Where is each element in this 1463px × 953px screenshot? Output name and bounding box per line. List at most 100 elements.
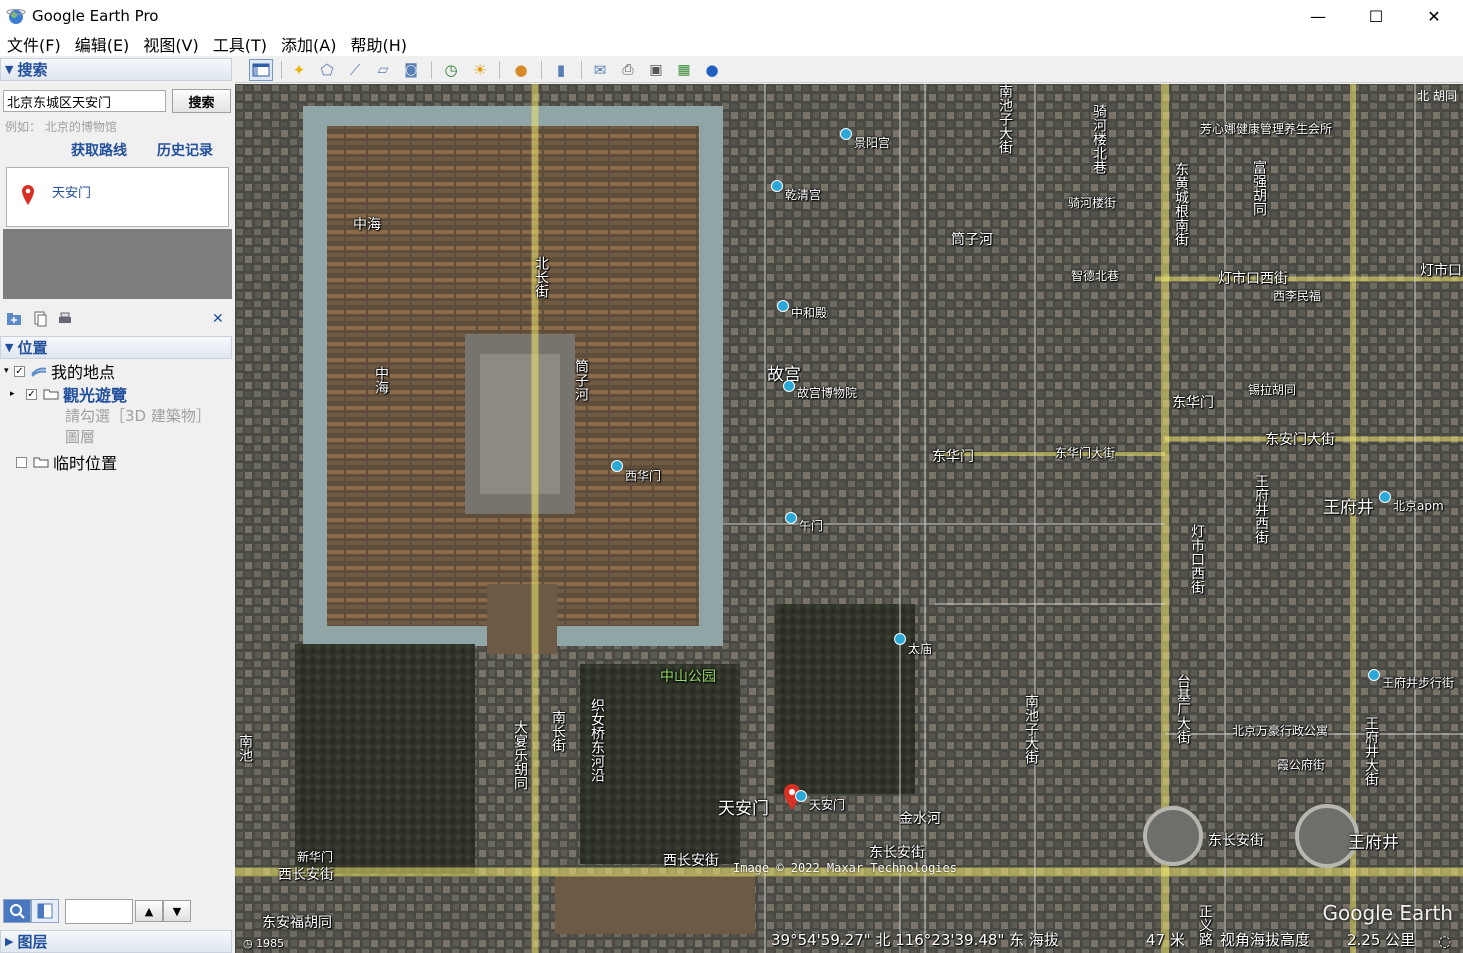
overlay-icon: ▱ [377,62,389,78]
map-label: 北长街 [533,256,549,298]
search-result-tiananmen[interactable]: 天安门 [52,182,91,201]
poi-marker-icon[interactable] [771,180,783,192]
title-bar: Google Earth Pro — ☐ ✕ [0,0,1463,32]
sunlight-button[interactable]: ☀ [468,59,492,81]
search-section-title: 搜索 [17,61,48,79]
maximize-button[interactable]: ☐ [1347,0,1405,32]
close-button[interactable]: ✕ [1405,0,1463,32]
poi-marker-icon[interactable] [795,790,807,802]
temp-places-checkbox[interactable] [16,456,27,468]
historical-imagery-button[interactable]: ◷ [439,59,463,81]
map-label: 芳心娜健康管理养生会所 [1200,122,1333,136]
map-label: 东长安街 [869,845,925,861]
eye-alt-value: 2.25 公里 [1347,931,1416,949]
poi-marker-icon[interactable] [1368,669,1380,681]
map-label: 霞公府街 [1277,758,1326,772]
earth-gallery-button[interactable]: ● [700,59,724,81]
email-button[interactable]: ✉ [588,59,612,81]
move-up-button[interactable]: ▲ [135,900,163,922]
map-label: 筒子河 [573,359,589,401]
search-tab-button[interactable] [3,899,31,923]
map-label: 西长安街 [278,867,334,883]
cursor-coordinates: 39°54'59.27" 北 116°23'39.48" 东 海拔 [771,931,1059,949]
poi-marker-icon[interactable] [840,128,852,140]
polygon-button[interactable]: ⬠ [315,59,339,81]
map-icon: ▦ [677,62,691,78]
poi-marker-icon[interactable] [894,633,906,645]
polygon-icon: ⬠ [320,61,334,79]
places-section-title: 位置 [17,339,48,357]
history-link[interactable]: 历史记录 [157,140,213,160]
view-in-maps-button[interactable]: ▦ [672,59,696,81]
search-section-header[interactable]: ▼ 搜索 [0,58,232,81]
map-label: 乾清宫 [785,188,822,202]
poi-marker-icon[interactable] [1379,491,1391,503]
image-overlay-button[interactable]: ▱ [371,59,395,81]
menu-help[interactable]: 帮助(H) [343,32,414,56]
historical-year[interactable]: ◷ 1985 [243,937,284,950]
poi-marker-icon[interactable] [777,300,789,312]
ruler-icon: ▮ [556,61,566,79]
compass-north-icon: 北 [1417,89,1430,103]
map-label: 台基厂大街 [1175,674,1191,744]
hint-text-line2: 圖層 [65,428,96,446]
map-label: 王府井西街 [1253,474,1269,544]
add-folder-icon[interactable] [6,311,22,327]
path-icon: ⟋ [349,61,361,79]
menu-add[interactable]: 添加(A) [274,32,343,56]
my-places-checkbox[interactable]: ✓ [14,365,25,377]
map-view[interactable]: 中海 中海 北长街 南池子大街 骑河楼北巷 芳心娜健康管理养生会所 东黄城根南街… [235,84,1463,953]
planet-icon: ● [514,61,528,79]
map-label: 太庙 [908,642,933,656]
map-label: 北京万豪行政公寓 [1232,724,1329,738]
poi-marker-icon[interactable] [785,512,797,524]
move-down-button[interactable]: ▼ [163,900,191,922]
tour-input[interactable] [65,899,133,924]
copy-icon[interactable] [32,311,48,327]
sightseeing-checkbox[interactable]: ✓ [26,388,37,400]
tree-item-sightseeing[interactable]: ▸ ✓ 觀光遊覽 [10,383,127,405]
placemark-icon: ✦ [292,61,306,79]
tree-item-my-places[interactable]: ▾ ✓ 我的地点 [4,360,115,382]
collapse-triangle-icon: ▼ [5,63,14,76]
sidebar-toggle-button[interactable] [249,59,273,81]
places-section-header[interactable]: ▼ 位置 [0,336,232,359]
map-label: 新华门 [297,850,334,864]
print-icon[interactable] [57,311,73,327]
layers-section-title: 图层 [17,933,48,951]
map-label: 灯市口西街 [1189,524,1205,594]
menu-view[interactable]: 视图(V) [136,32,205,56]
planets-button[interactable]: ● [509,59,533,81]
path-button[interactable]: ⟋ [343,59,367,81]
poi-marker-icon[interactable] [611,460,623,472]
placemark-button[interactable]: ✦ [287,59,311,81]
record-tour-button[interactable]: ◙ [399,59,423,81]
ruler-button[interactable]: ▮ [549,59,573,81]
menu-edit[interactable]: 编辑(E) [68,32,137,56]
expand-icon[interactable]: ▾ [4,366,14,376]
print-button[interactable]: ⎙ [616,59,640,81]
search-example: 例如： 北京的博物馆 [5,120,117,134]
search-input[interactable] [3,90,166,112]
menu-bar: 文件(F) 编辑(E) 视图(V) 工具(T) 添加(A) 帮助(H) [0,32,1463,56]
poi-marker-icon[interactable] [783,380,795,392]
menu-file[interactable]: 文件(F) [0,32,68,56]
red-pin-icon [22,185,34,205]
camera-icon: ◙ [404,62,418,78]
map-label: 筒子河 [951,232,993,248]
save-image-button[interactable]: ▣ [644,59,668,81]
tree-item-temp-places[interactable]: 临时位置 [16,451,117,473]
layers-section-header[interactable]: ▶ 图层 [0,930,232,953]
panel-tab-button[interactable] [31,899,59,923]
map-label: 富强胡同 [1251,160,1267,216]
menu-tools[interactable]: 工具(T) [206,32,274,56]
clock-icon: ◷ [243,937,253,950]
north-compass[interactable]: 北 胡同 [1417,87,1457,104]
close-panel-icon[interactable]: ✕ [212,311,228,327]
get-directions-link[interactable]: 获取路线 [71,140,127,160]
search-results-empty-area [3,229,232,299]
search-button[interactable]: 搜索 [172,89,231,113]
expand-icon[interactable]: ▸ [10,389,26,399]
status-bar: ◷ 1985 39°54'59.27" 北 116°23'39.48" 东 海拔… [235,929,1463,953]
minimize-button[interactable]: — [1289,0,1347,32]
